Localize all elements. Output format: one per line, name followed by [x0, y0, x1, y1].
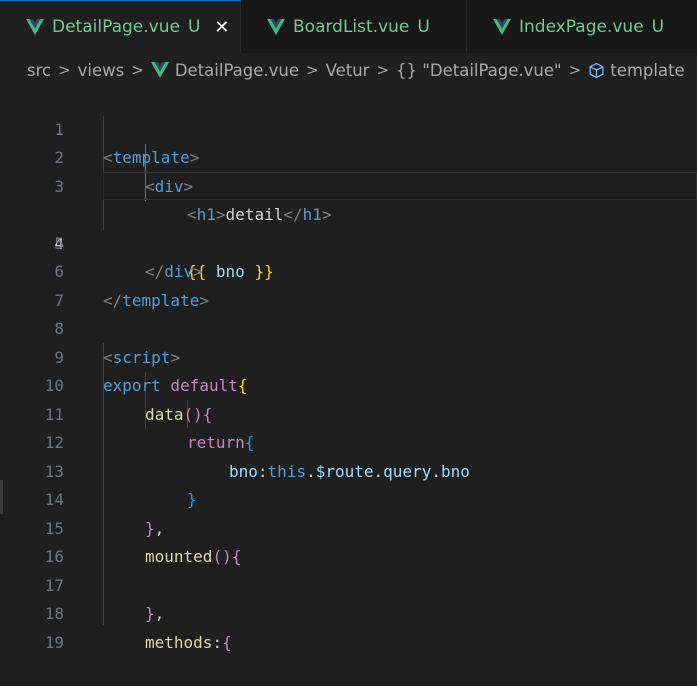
tab-boardlist[interactable]: BoardList.vue U — [241, 0, 467, 53]
tab-label: IndexPage.vue — [519, 16, 644, 37]
code-line[interactable]: 10 data(){ — [0, 344, 697, 424]
code-line[interactable]: 12 bno:this.$route.query.bno — [0, 401, 697, 481]
untracked-badge: U — [187, 17, 201, 37]
vue-logo-icon — [26, 19, 44, 35]
chevron-right-icon: > — [306, 61, 319, 79]
code-line[interactable]: 13 } — [0, 429, 697, 510]
code-line[interactable]: 7 — [0, 258, 697, 310]
cube-icon — [588, 62, 605, 79]
tab-label: BoardList.vue — [293, 16, 410, 37]
code-line[interactable]: 11 return{ — [0, 372, 697, 453]
tab-indexpage[interactable]: IndexPage.vue U — [467, 0, 697, 53]
code-line[interactable]: 17 }, — [0, 543, 697, 624]
code-line[interactable]: 1 <template> — [0, 87, 697, 168]
vue-logo-icon — [267, 18, 285, 35]
code-line-current[interactable]: 4 {{ bno }} — [0, 171, 697, 281]
code-line[interactable]: 8 <script> — [0, 287, 697, 367]
code-line[interactable]: 5 </div> — [0, 201, 697, 282]
close-icon[interactable]: ✕ — [214, 17, 229, 38]
breadcrumb-item-src[interactable]: src — [27, 61, 51, 80]
breadcrumb-item-file[interactable]: DetailPage.vue — [175, 61, 299, 80]
untracked-badge: U — [417, 16, 430, 37]
chevron-right-icon: > — [568, 61, 582, 79]
code-line[interactable]: 6 </template> — [0, 230, 697, 310]
code-line[interactable]: 18 methods:{ — [0, 572, 697, 652]
current-line-highlight — [103, 171, 697, 200]
chevron-right-icon: > — [58, 61, 71, 79]
code-line[interactable]: 14 }, — [0, 458, 697, 538]
tab-bar: DetailPage.vue U ✕ BoardList.vue U Index… — [0, 0, 697, 53]
code-editor[interactable]: 1 <template> 2 <div> 3 <h1>detail</h1> 4… — [0, 87, 697, 652]
breadcrumb: src > views > DetailPage.vue > Vetur > {… — [0, 53, 697, 87]
code-text: methods:{ — [145, 632, 232, 652]
breadcrumb-item-document[interactable]: {} "DetailPage.vue" — [396, 61, 562, 80]
line-number: 19 — [44, 632, 64, 652]
code-line[interactable]: 9 export default{ — [0, 315, 697, 396]
chevron-right-icon: > — [131, 61, 144, 79]
code-line[interactable]: 19 — [0, 600, 697, 652]
breadcrumb-item-template[interactable]: template — [610, 61, 684, 80]
vue-logo-icon — [493, 18, 511, 35]
tab-label: DetailPage.vue — [52, 17, 180, 37]
code-line[interactable]: 2 <div> — [0, 116, 697, 196]
code-line[interactable]: 3 <h1>detail</h1> — [0, 144, 697, 225]
breadcrumb-item-views[interactable]: views — [78, 61, 125, 80]
code-line[interactable]: 16 — [0, 515, 697, 566]
tab-detailpage[interactable]: DetailPage.vue U ✕ — [0, 0, 241, 53]
breadcrumb-item-vetur[interactable]: Vetur — [326, 61, 370, 80]
chevron-right-icon: > — [376, 61, 390, 79]
vue-logo-icon — [150, 62, 169, 78]
untracked-badge: U — [651, 16, 665, 37]
code-line[interactable]: 15 mounted(){ — [0, 486, 697, 567]
